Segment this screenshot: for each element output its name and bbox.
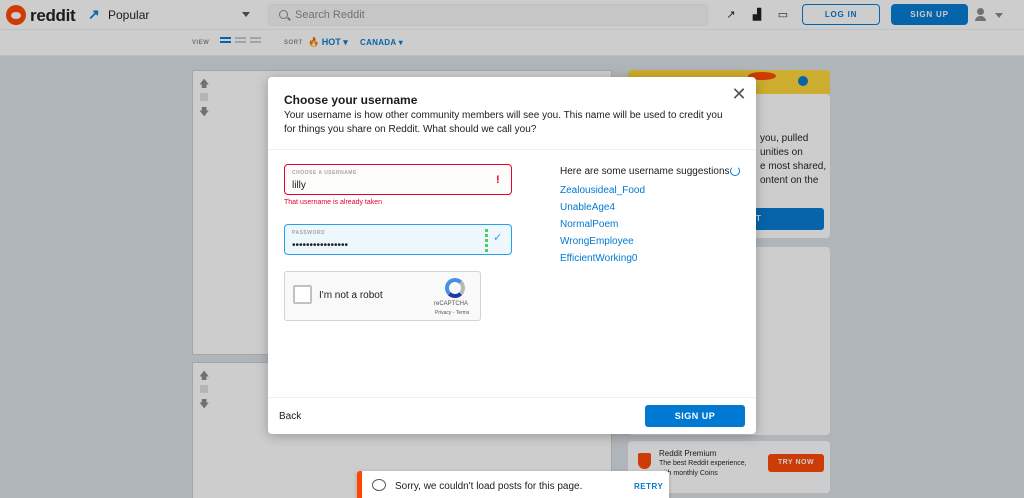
username-suggestion[interactable]: WrongEmployee (560, 236, 634, 247)
back-button[interactable]: Back (279, 411, 301, 422)
username-suggestion[interactable]: Zealousideal_Food (560, 185, 645, 196)
username-suggestion[interactable]: UnableAge4 (560, 202, 615, 213)
username-suggestion[interactable]: EfficientWorking0 (560, 253, 637, 264)
close-icon[interactable]: ✕ (730, 85, 748, 103)
username-suggestion[interactable]: NormalPoem (560, 219, 618, 230)
recaptcha-label: I'm not a robot (319, 290, 383, 301)
recaptcha-terms-link[interactable]: Privacy - Terms (435, 310, 469, 316)
checkmark-icon: ✓ (493, 232, 503, 244)
toast-message: Sorry, we couldn't load posts for this p… (395, 481, 583, 492)
password-field[interactable]: PASSWORD ✓ (284, 224, 512, 255)
retry-button[interactable]: RETRY (634, 482, 663, 491)
modal-title: Choose your username (284, 93, 418, 107)
signup-button[interactable]: SIGN UP (645, 405, 745, 427)
username-input[interactable] (292, 178, 482, 192)
signup-modal: Choose your username Your username is ho… (268, 77, 756, 434)
divider (268, 149, 756, 150)
sad-snoo-icon (372, 479, 386, 491)
recaptcha-checkbox[interactable] (293, 285, 312, 304)
password-field-label: PASSWORD (292, 230, 326, 236)
suggestions-heading: Here are some username suggestions (560, 166, 730, 177)
recaptcha-widget: I'm not a robot reCAPTCHA Privacy - Term… (284, 271, 481, 321)
modal-description: Your username is how other community mem… (284, 110, 723, 135)
recaptcha-brand: reCAPTCHA (434, 301, 469, 307)
error-icon: ! (496, 174, 500, 186)
error-toast: Sorry, we couldn't load posts for this p… (357, 471, 669, 498)
password-input[interactable] (292, 238, 482, 252)
username-field[interactable]: CHOOSE A USERNAME ! (284, 164, 512, 195)
recaptcha-logo-icon (445, 278, 465, 298)
password-strength-indicator (485, 229, 488, 252)
username-field-label: CHOOSE A USERNAME (292, 170, 357, 176)
username-error: That username is already taken (284, 199, 383, 206)
divider (268, 397, 756, 398)
refresh-icon[interactable] (730, 166, 740, 176)
